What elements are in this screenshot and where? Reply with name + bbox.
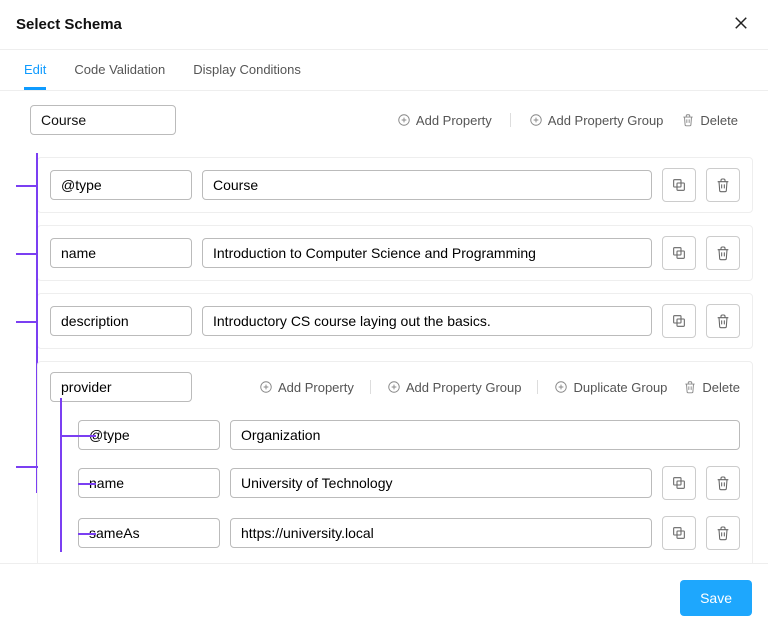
trash-icon xyxy=(681,113,695,127)
add-property-group-label: Add Property Group xyxy=(406,380,522,395)
add-property-button[interactable]: Add Property xyxy=(397,113,492,128)
trash-icon xyxy=(715,313,731,329)
property-value-input[interactable] xyxy=(202,238,652,268)
property-row xyxy=(37,293,753,349)
plus-circle-icon xyxy=(387,380,401,394)
delete-button[interactable] xyxy=(706,168,740,202)
save-button[interactable]: Save xyxy=(680,580,752,616)
plus-circle-icon xyxy=(529,113,543,127)
toolbar-divider xyxy=(510,113,511,127)
tab-code-validation[interactable]: Code Validation xyxy=(74,50,165,90)
delete-button[interactable] xyxy=(706,516,740,550)
tree-connector xyxy=(16,185,38,187)
tree-connector xyxy=(16,321,38,323)
schema-toolbar: Course Add Property Add Property Group D… xyxy=(15,91,753,145)
property-key-input[interactable] xyxy=(50,238,192,268)
group-name-input[interactable] xyxy=(50,372,192,402)
property-value-input[interactable] xyxy=(202,170,652,200)
delete-button[interactable] xyxy=(706,466,740,500)
tab-display-conditions[interactable]: Display Conditions xyxy=(193,50,301,90)
delete-button[interactable] xyxy=(706,304,740,338)
add-property-label: Add Property xyxy=(416,113,492,128)
duplicate-group-label: Duplicate Group xyxy=(573,380,667,395)
copy-button[interactable] xyxy=(662,236,696,270)
tree-connector xyxy=(16,253,38,255)
delete-schema-button[interactable]: Delete xyxy=(681,113,738,128)
property-key-input[interactable] xyxy=(50,170,192,200)
duplicate-group-button[interactable]: Duplicate Group xyxy=(554,380,667,395)
copy-button[interactable] xyxy=(662,168,696,202)
add-property-group-button[interactable]: Add Property Group xyxy=(387,380,522,395)
delete-group-button[interactable]: Delete xyxy=(683,380,740,395)
add-property-group-button[interactable]: Add Property Group xyxy=(529,113,664,128)
tree-connector xyxy=(78,533,96,535)
tabs: Edit Code Validation Display Conditions xyxy=(0,49,768,91)
trash-icon xyxy=(715,177,731,193)
tree-connector xyxy=(78,483,96,485)
plus-circle-icon xyxy=(397,113,411,127)
copy-icon xyxy=(671,525,687,541)
group-header: Add Property Add Property Group Duplicat… xyxy=(38,362,752,408)
tab-edit[interactable]: Edit xyxy=(24,50,46,90)
add-property-group-label: Add Property Group xyxy=(548,113,664,128)
copy-button[interactable] xyxy=(662,516,696,550)
property-value-input[interactable] xyxy=(230,468,652,498)
property-key-input[interactable] xyxy=(78,420,220,450)
modal-footer: Save xyxy=(0,563,768,632)
property-row xyxy=(78,458,740,508)
group-body xyxy=(60,408,752,563)
plus-circle-icon xyxy=(554,380,568,394)
property-row xyxy=(78,412,740,458)
tree-connector xyxy=(60,435,78,437)
toolbar-divider xyxy=(370,380,371,394)
property-value-input[interactable] xyxy=(202,306,652,336)
trash-icon xyxy=(683,380,697,394)
trash-icon xyxy=(715,245,731,261)
copy-icon xyxy=(671,177,687,193)
delete-button[interactable] xyxy=(706,236,740,270)
add-property-label: Add Property xyxy=(278,380,354,395)
property-row xyxy=(37,157,753,213)
delete-label: Delete xyxy=(702,380,740,395)
schema-root-name[interactable]: Course xyxy=(30,105,176,135)
trash-icon xyxy=(715,475,731,491)
property-group: Add Property Add Property Group Duplicat… xyxy=(37,361,753,563)
modal: Select Schema Edit Code Validation Displ… xyxy=(0,0,768,632)
toolbar-divider xyxy=(537,380,538,394)
property-key-input[interactable] xyxy=(78,468,220,498)
modal-title: Select Schema xyxy=(16,16,122,33)
close-button[interactable] xyxy=(730,12,752,37)
copy-icon xyxy=(671,313,687,329)
tree-connector xyxy=(78,435,96,437)
copy-icon xyxy=(671,245,687,261)
property-row xyxy=(78,508,740,558)
plus-circle-icon xyxy=(259,380,273,394)
add-property-button[interactable]: Add Property xyxy=(259,380,354,395)
copy-button[interactable] xyxy=(662,466,696,500)
copy-button[interactable] xyxy=(662,304,696,338)
tree-connector xyxy=(16,466,38,468)
schema-tree: Add Property Add Property Group Duplicat… xyxy=(37,157,753,563)
copy-icon xyxy=(671,475,687,491)
modal-body: Course Add Property Add Property Group D… xyxy=(0,91,768,563)
property-value-input[interactable] xyxy=(230,518,652,548)
property-key-input[interactable] xyxy=(78,518,220,548)
property-key-input[interactable] xyxy=(50,306,192,336)
modal-header: Select Schema xyxy=(0,0,768,49)
delete-label: Delete xyxy=(700,113,738,128)
property-row xyxy=(37,225,753,281)
property-value-input[interactable] xyxy=(230,420,740,450)
trash-icon xyxy=(715,525,731,541)
close-icon xyxy=(732,14,750,32)
